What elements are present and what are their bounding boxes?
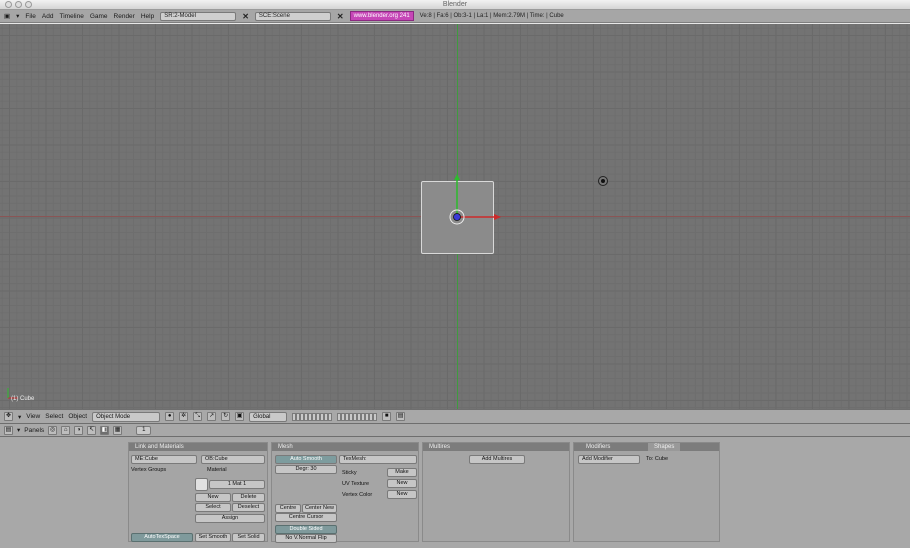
select-material-button[interactable]: Select (195, 503, 231, 512)
material-color-swatch[interactable] (195, 478, 208, 491)
texmesh-field[interactable]: TexMesh: (339, 455, 417, 464)
window-title: Blender (442, 1, 468, 8)
modifiers-tab[interactable]: Modifiers (580, 443, 617, 451)
link-materials-panel: Link and Materials ME:Cube OB:Cube Verte… (128, 442, 268, 542)
uv-texture-label: UV Texture (342, 481, 370, 487)
pivot-icon[interactable]: ✲ (179, 412, 189, 421)
orientation-selector[interactable]: Global (249, 411, 288, 422)
menu-render[interactable]: Render (114, 13, 135, 20)
window-type-icon[interactable]: ✥ (4, 412, 13, 421)
object-name-field[interactable]: OB:Cube (201, 455, 265, 464)
screen-selector[interactable]: SR:2-Model (160, 11, 237, 21)
no-v-normal-flip-toggle[interactable]: No V.Normal Flip (275, 534, 337, 543)
frame-field[interactable]: 1 (136, 425, 152, 435)
transform-manipulator[interactable] (440, 172, 510, 252)
3d-view-header: ✥ ▾ View Select Object Object Mode ● ✲ ⤡… (0, 409, 910, 423)
uv-texture-new-button[interactable]: New (387, 479, 417, 488)
window-titlebar: Blender (0, 0, 910, 10)
buttons-header: ▤ ▾ Panels ◎ ⌂ ◑ ↸ ◧ ▦ 1 (0, 423, 910, 437)
buttons-window: Link and Materials ME:Cube OB:Cube Verte… (0, 437, 910, 548)
manipulator-x-arrow[interactable] (494, 214, 501, 220)
manipulator-y-arrow[interactable] (454, 174, 460, 180)
delete-screen-icon[interactable]: ✕ (242, 12, 249, 21)
render-icon[interactable]: ▤ (396, 412, 406, 421)
set-smooth-button[interactable]: Set Smooth (195, 533, 231, 542)
auto-smooth-toggle[interactable]: Auto Smooth (275, 455, 337, 464)
material-label: Material (207, 467, 227, 473)
sticky-label: Sticky (342, 470, 357, 476)
centre-cursor-button[interactable]: Centre Cursor (275, 513, 337, 522)
draw-type-icon[interactable]: ● (165, 412, 175, 421)
new-material-button[interactable]: New (195, 493, 231, 502)
widget-icon[interactable]: ⤡ (193, 412, 203, 421)
sticky-make-button[interactable]: Make (387, 468, 417, 477)
logic-context-icon[interactable]: ◎ (48, 425, 58, 435)
delete-material-button[interactable]: Delete (232, 493, 265, 502)
menu-help[interactable]: Help (141, 13, 154, 20)
modifier-target-label: To: Cube (646, 456, 669, 462)
menu-select[interactable]: Select (45, 413, 63, 420)
panels-label[interactable]: Panels (24, 427, 44, 434)
buttons-window-type-icon[interactable]: ▤ (4, 425, 13, 435)
vertex-groups-label: Vertex Groups (131, 467, 167, 473)
scene-context-icon[interactable]: ▦ (113, 425, 123, 435)
editing-context-icon[interactable]: ◧ (100, 425, 110, 435)
centre-new-button[interactable]: Center New (302, 504, 337, 513)
panel-header[interactable]: Multires (423, 443, 569, 451)
shapes-tab[interactable]: Shapes (648, 443, 681, 451)
delete-scene-icon[interactable]: ✕ (337, 12, 344, 21)
autotexspace-toggle[interactable]: AutoTexSpace (131, 533, 193, 542)
menu-timeline[interactable]: Timeline (59, 13, 83, 20)
collapse-menu-icon[interactable]: ▾ (18, 413, 21, 421)
menu-add[interactable]: Add (42, 13, 54, 20)
mesh-panel: Mesh Auto Smooth Degr: 30 TexMesh: Stick… (271, 442, 419, 543)
scene-selector[interactable]: SCE:Scene (254, 11, 331, 21)
menu-view[interactable]: View (26, 413, 40, 420)
mesh-name-field[interactable]: ME:Cube (131, 455, 197, 464)
material-index-field[interactable]: 1 Mat 1 (209, 480, 265, 489)
collapse-menu-icon[interactable]: ▾ (16, 12, 19, 20)
script-context-icon[interactable]: ⌂ (61, 425, 71, 435)
menu-game[interactable]: Game (90, 13, 108, 20)
set-solid-button[interactable]: Set Solid (232, 533, 265, 542)
add-multires-button[interactable]: Add Multires (469, 455, 525, 464)
active-object-label: (1) Cube (11, 396, 35, 402)
assign-material-button[interactable]: Assign (195, 514, 265, 523)
3d-viewport[interactable]: (1) Cube (0, 24, 910, 409)
translate-manipulator-icon[interactable]: ↗ (207, 412, 217, 421)
scene-stats: Ve:8 | Fa:6 | Ob:3-1 | La:1 | Mem:2.79M … (419, 13, 564, 19)
vertex-color-label: Vertex Color (342, 492, 373, 498)
object-context-icon[interactable]: ↸ (87, 425, 97, 435)
collapse-menu-icon[interactable]: ▾ (17, 426, 20, 434)
vertex-color-new-button[interactable]: New (387, 490, 417, 499)
double-sided-toggle[interactable]: Double Sided (275, 525, 337, 534)
info-window-type-icon[interactable]: ▣ (4, 12, 10, 20)
lamp-object[interactable] (598, 176, 608, 186)
add-modifier-button[interactable]: Add Modifier (578, 455, 640, 464)
panel-header: Modifiers Shapes (574, 443, 719, 451)
mode-selector[interactable]: Object Mode (92, 411, 161, 422)
multires-panel: Multires Add Multires (422, 442, 570, 542)
rotate-manipulator-icon[interactable]: ↻ (221, 412, 231, 421)
blender-org-link[interactable]: www.blender.org 241 (349, 11, 414, 21)
scale-manipulator-icon[interactable]: ▣ (235, 412, 245, 421)
degree-field[interactable]: Degr: 30 (275, 465, 337, 474)
layer-buttons-2[interactable] (337, 412, 378, 421)
info-header: ▣ ▾ File Add Timeline Game Render Help S… (0, 10, 910, 23)
menu-file[interactable]: File (25, 13, 35, 20)
panel-header[interactable]: Link and Materials (129, 443, 267, 451)
deselect-material-button[interactable]: Deselect (232, 503, 265, 512)
object-origin-icon (453, 213, 461, 221)
modifiers-panel: Modifiers Shapes Add Modifier To: Cube (573, 442, 720, 542)
panel-header[interactable]: Mesh (272, 443, 418, 451)
lock-layers-icon[interactable]: ■ (382, 412, 392, 421)
centre-button[interactable]: Centre (275, 504, 301, 513)
layer-buttons[interactable] (292, 412, 333, 421)
menu-object[interactable]: Object (68, 413, 87, 420)
shading-context-icon[interactable]: ◑ (74, 425, 84, 435)
